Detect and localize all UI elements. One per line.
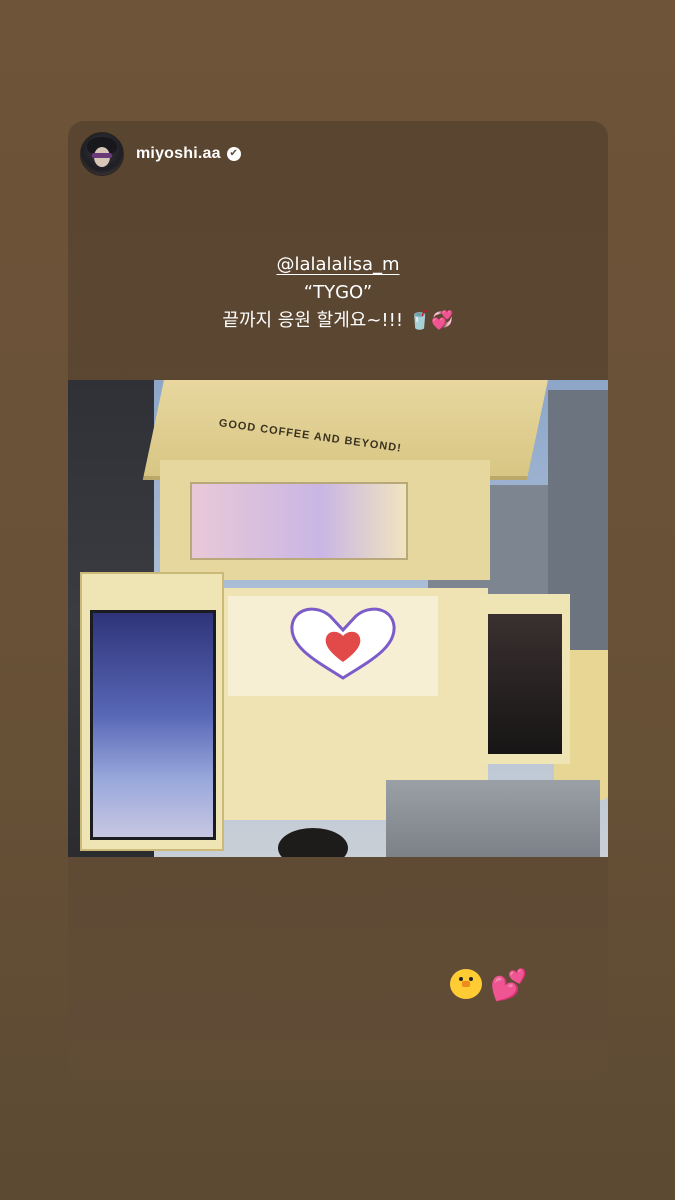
story-caption: @lalalalisa_m “TYGO” 끝까지 응원 할게요~!!! 🥤💞 — [68, 251, 608, 335]
avatar-glasses — [92, 153, 112, 158]
verified-badge-icon: ✔ — [226, 147, 241, 161]
heart-hands-icon — [290, 607, 396, 680]
poster-left — [90, 610, 216, 840]
heart-hands-sticker — [278, 600, 408, 690]
coffee-truck-photo: GOOD COFFEE AND BEYOND! — [68, 380, 608, 857]
caption-line-2: “TYGO” — [303, 282, 373, 303]
chick-emoji-icon — [446, 961, 486, 1003]
truck-wheel — [278, 828, 348, 857]
poster-right — [488, 614, 562, 754]
side-panel-right — [480, 594, 570, 764]
truck-banner — [190, 482, 408, 560]
avatar[interactable] — [80, 132, 124, 176]
story-header: miyoshi.aa ✔ — [80, 131, 241, 177]
mention-link[interactable]: @lalalalisa_m — [276, 251, 399, 279]
emoji-stickers: 💕 — [446, 961, 527, 1003]
caption-line-3: 끝까지 응원 할게요~!!! 🥤💞 — [222, 310, 454, 331]
username[interactable]: miyoshi.aa — [136, 145, 221, 163]
story-card: miyoshi.aa ✔ @lalalalisa_m “TYGO” 끝까지 응원… — [68, 121, 608, 1081]
display-table — [386, 780, 600, 857]
side-panel-left — [80, 572, 224, 851]
two-hearts-emoji: 💕 — [490, 969, 528, 1002]
